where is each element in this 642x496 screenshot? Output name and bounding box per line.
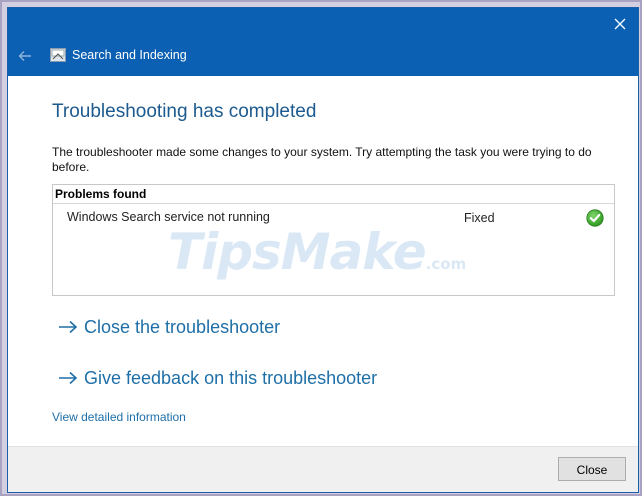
arrow-right-icon: [58, 369, 78, 385]
footer-bar: Close: [8, 446, 638, 492]
view-detailed-information-link[interactable]: View detailed information: [52, 410, 186, 424]
window-title: Search and Indexing: [72, 48, 187, 62]
close-troubleshooter-label: Close the troubleshooter: [84, 317, 281, 337]
problem-name: Windows Search service not running: [67, 210, 270, 224]
problems-header: Problems found: [55, 187, 147, 201]
troubleshooter-window: Search and Indexing Troubleshooting has …: [7, 7, 639, 493]
back-arrow-icon[interactable]: [18, 49, 32, 61]
divider: [53, 203, 614, 204]
screenshot-frame: Search and Indexing Troubleshooting has …: [0, 0, 642, 496]
green-check-icon: [586, 209, 604, 227]
arrow-right-icon: [58, 318, 78, 334]
description-text: The troubleshooter made some changes to …: [52, 145, 592, 174]
give-feedback-link[interactable]: Give feedback on this troubleshooter: [58, 368, 377, 389]
problem-status: Fixed: [464, 211, 495, 225]
search-indexing-app-icon: [50, 48, 66, 62]
close-button[interactable]: Close: [558, 457, 626, 481]
close-icon[interactable]: [612, 16, 628, 32]
close-troubleshooter-link[interactable]: Close the troubleshooter: [58, 317, 280, 338]
give-feedback-label: Give feedback on this troubleshooter: [84, 368, 378, 388]
problems-found-panel: Problems found Windows Search service no…: [52, 184, 615, 296]
page-heading: Troubleshooting has completed: [52, 101, 317, 122]
title-bar: Search and Indexing: [8, 8, 638, 76]
